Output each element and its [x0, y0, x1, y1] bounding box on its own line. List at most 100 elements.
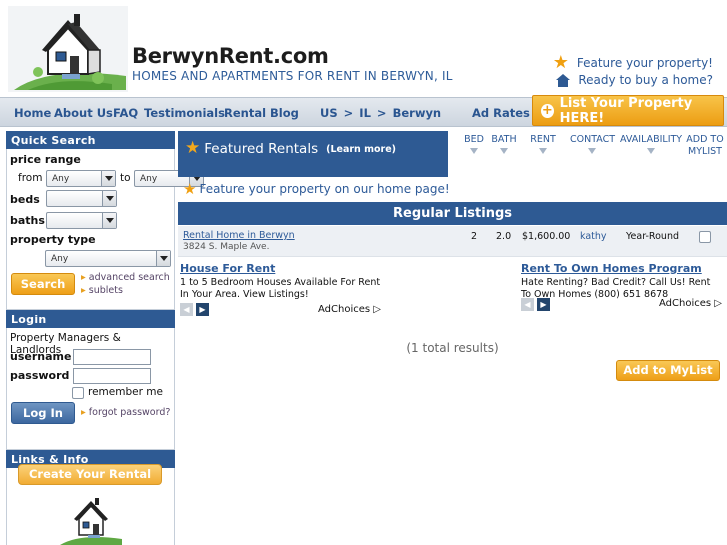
beds-select[interactable]: [46, 190, 117, 207]
listing-bath: 2.0: [496, 231, 512, 242]
search-button[interactable]: Search: [11, 273, 75, 295]
featured-title-box: ★ Featured Rentals (Learn more): [178, 131, 448, 177]
advanced-search-link[interactable]: advanced search: [81, 272, 170, 283]
sort-arrow-icon: [647, 148, 655, 154]
list-property-button[interactable]: + List Your Property HERE!: [532, 95, 724, 126]
adchoices-link[interactable]: AdChoices ▷: [318, 304, 381, 315]
adchoices-icon: ▷: [373, 304, 381, 315]
listing-contact-link[interactable]: kathy: [580, 231, 607, 242]
col-bed-label: BED: [464, 134, 484, 145]
adchoices-link[interactable]: AdChoices ▷: [659, 298, 722, 309]
col-contact[interactable]: CONTACT: [570, 134, 616, 154]
buy-home-link[interactable]: Ready to buy a home?: [556, 73, 713, 87]
listing-title-link[interactable]: Rental Home in Berwyn: [183, 230, 295, 241]
price-from-select[interactable]: Any: [46, 170, 116, 187]
site-tagline: HOMES AND APARTMENTS FOR RENT IN BERWYN,…: [132, 69, 453, 83]
nav-bar: Home About Us FAQ Testimonials Rental Bl…: [0, 95, 727, 127]
sort-arrow-icon: [500, 148, 508, 154]
from-label: from: [18, 172, 43, 184]
breadcrumb-us[interactable]: US: [320, 106, 338, 120]
sublets-link[interactable]: sublets: [81, 285, 123, 296]
star-icon: ★: [185, 138, 201, 158]
ad-title-link[interactable]: House For Rent: [180, 262, 382, 275]
col-contact-label: CONTACT: [570, 134, 616, 145]
chevron-down-icon: [102, 191, 116, 206]
sort-arrow-icon: [588, 148, 596, 154]
create-ad-button[interactable]: Create Your Rental Ad!: [18, 464, 162, 500]
featured-title: Featured Rentals: [204, 141, 319, 157]
login-heading: Login: [6, 310, 175, 328]
add-mylist-checkbox[interactable]: [699, 231, 711, 243]
price-to-value: Any: [140, 174, 158, 184]
house-logo-icon[interactable]: [8, 6, 128, 92]
col-bath-label: BATH: [491, 134, 517, 145]
featured-header: ★ Featured Rentals (Learn more) BED BATH…: [178, 131, 727, 177]
login-button[interactable]: Log In: [11, 402, 75, 424]
remember-me-checkbox[interactable]: [72, 387, 84, 399]
listing-address: 3824 S. Maple Ave.: [183, 242, 270, 252]
listing-rent: $1,600.00: [522, 231, 571, 242]
ad-next-icon[interactable]: ▶: [537, 298, 550, 311]
adchoices-label: AdChoices: [318, 304, 371, 315]
nav-testimonials[interactable]: Testimonials: [144, 106, 225, 120]
to-label: to: [120, 172, 131, 184]
col-bath[interactable]: BATH: [490, 134, 518, 154]
property-type-value: Any: [51, 254, 69, 264]
sort-arrow-icon: [539, 148, 547, 154]
star-icon: ★: [552, 52, 569, 73]
password-label: password: [10, 369, 70, 382]
col-bed[interactable]: BED: [462, 134, 486, 154]
star-icon: ★: [183, 180, 197, 198]
table-row: Rental Home in Berwyn 3824 S. Maple Ave.…: [178, 226, 727, 257]
breadcrumb-il[interactable]: IL: [359, 106, 371, 120]
home-icon: [556, 73, 571, 87]
feature-property-label: Feature your property!: [576, 56, 713, 70]
nav-about-us[interactable]: About Us: [54, 106, 113, 120]
nav-home[interactable]: Home: [14, 106, 51, 120]
buy-home-label: Ready to buy a home?: [578, 73, 713, 87]
sidebar: Quick Search Login Links & Info price ra…: [6, 131, 204, 545]
site-name[interactable]: BerwynRent.com: [132, 44, 329, 68]
add-to-mylist-button[interactable]: Add to MyList: [616, 360, 720, 381]
main-content: ★ Featured Rentals (Learn more) BED BATH…: [178, 131, 727, 545]
property-type-label: property type: [10, 233, 96, 246]
ad-unit: Rent To Own Homes Program Hate Renting? …: [521, 262, 723, 301]
baths-label: baths: [10, 214, 45, 227]
regular-listings-heading: Regular Listings: [178, 202, 727, 225]
beds-label: beds: [10, 193, 40, 206]
site-header: BerwynRent.com HOMES AND APARTMENTS FOR …: [0, 0, 727, 97]
listing-bed: 2: [471, 231, 478, 242]
plus-icon: +: [541, 102, 554, 118]
ad-next-icon[interactable]: ▶: [196, 303, 209, 316]
col-rent[interactable]: RENT: [528, 134, 558, 154]
col-availability[interactable]: AVAILABILITY: [620, 134, 682, 154]
chevron-down-icon: [102, 213, 116, 228]
results-count: (1 total results): [406, 341, 499, 355]
baths-select[interactable]: [46, 212, 117, 229]
breadcrumb-berwyn[interactable]: Berwyn: [393, 106, 442, 120]
col-rent-label: RENT: [530, 134, 556, 145]
price-from-value: Any: [52, 174, 70, 184]
ad-unit: House For Rent 1 to 5 Bedroom Houses Ava…: [180, 262, 382, 301]
breadcrumb: US > IL > Berwyn: [320, 106, 441, 120]
ad-text: 1 to 5 Bedroom Houses Available For Rent…: [180, 277, 381, 300]
listing-availability: Year-Round: [626, 231, 679, 242]
breadcrumb-sep: >: [376, 106, 387, 120]
ad-title-link[interactable]: Rent To Own Homes Program: [521, 262, 723, 275]
page: BerwynRent.com HOMES AND APARTMENTS FOR …: [0, 0, 727, 545]
nav-rental-blog[interactable]: Rental Blog: [224, 106, 299, 120]
username-input[interactable]: [73, 349, 151, 365]
feature-property-link[interactable]: ★ Feature your property!: [552, 52, 713, 73]
col-add-mylist: ADD TO MYLIST: [686, 134, 724, 157]
feature-home-link[interactable]: ★ Feature your property on our home page…: [183, 180, 450, 198]
password-input[interactable]: [73, 368, 151, 384]
house-logo-icon[interactable]: [58, 495, 124, 545]
learn-more-link[interactable]: (Learn more): [326, 144, 396, 155]
property-type-select[interactable]: Any: [45, 250, 171, 267]
ad-rates-link[interactable]: Ad Rates: [472, 106, 530, 120]
forgot-password-link[interactable]: forgot password?: [81, 407, 171, 418]
ad-prev-icon[interactable]: ◀: [521, 298, 534, 311]
ad-prev-icon[interactable]: ◀: [180, 303, 193, 316]
chevron-down-icon: [156, 251, 170, 266]
nav-faq[interactable]: FAQ: [113, 106, 138, 120]
